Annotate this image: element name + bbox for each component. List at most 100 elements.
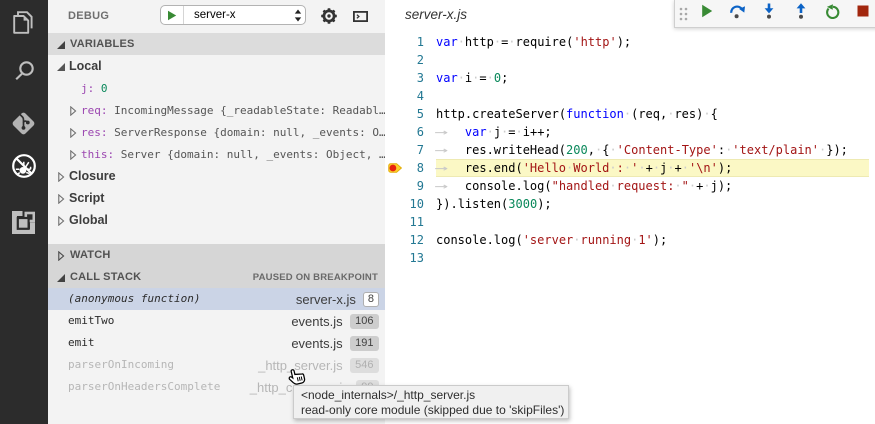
scope-row-local[interactable]: Local bbox=[48, 55, 385, 77]
code-text: →console.log("handled·request:·"·+·j); bbox=[436, 177, 732, 195]
frame-file: events.js bbox=[291, 336, 342, 351]
variable-value: ServerResponse {domain: null, _events: O… bbox=[114, 126, 385, 139]
extensions-icon bbox=[12, 211, 35, 234]
code-text: var·i·=·0; bbox=[436, 69, 508, 87]
step-over-icon bbox=[729, 3, 746, 24]
code-line-7[interactable]: 7→res.writeHead(200,·{·'Content-Type':·'… bbox=[385, 141, 875, 159]
frame-line-badge: 191 bbox=[350, 336, 379, 351]
frame-location: server-x.js8 bbox=[296, 288, 379, 310]
launch-config-picker[interactable]: server-x bbox=[160, 5, 306, 25]
activity-bar bbox=[0, 0, 48, 424]
scope-label: Local bbox=[69, 59, 102, 73]
twistie-collapsed-icon bbox=[68, 106, 78, 116]
section-label: CALL STACK bbox=[70, 271, 141, 283]
code-line-4[interactable]: 4 bbox=[385, 87, 875, 105]
line-number: 6 bbox=[385, 123, 424, 141]
frame-line-badge: 106 bbox=[350, 314, 379, 329]
editor-file-title[interactable]: server-x.js bbox=[405, 7, 467, 22]
gear-icon bbox=[321, 8, 337, 24]
editor-pane: server-x.js 1 var·http·=·require('http');… bbox=[385, 0, 875, 424]
configure-button[interactable] bbox=[317, 4, 341, 28]
line-number: 8 bbox=[385, 159, 424, 177]
stack-frame-row[interactable]: emit events.js191 bbox=[48, 332, 385, 354]
panel-title: DEBUG bbox=[68, 10, 109, 22]
code-text: var·http·=·require('http'); bbox=[436, 33, 631, 51]
activity-item-scm[interactable] bbox=[0, 96, 48, 144]
section-label: WATCH bbox=[70, 249, 111, 261]
line-number: 12 bbox=[385, 231, 424, 249]
code-line-10[interactable]: 10}).listen(3000); bbox=[385, 195, 875, 213]
code-line-5[interactable]: 5http.createServer(function·(req,·res)·{ bbox=[385, 105, 875, 123]
activity-item-explorer[interactable] bbox=[0, 0, 48, 48]
frame-name: parserOnHeadersComplete bbox=[68, 376, 220, 398]
launch-config-name: server-x bbox=[184, 9, 294, 21]
line-number: 9 bbox=[385, 177, 424, 195]
line-number: 4 bbox=[385, 87, 424, 105]
variable-name: res: bbox=[81, 126, 108, 139]
code-line-13[interactable]: 13 bbox=[385, 249, 875, 267]
code-text: http.createServer(function·(req,·res)·{ bbox=[436, 105, 718, 123]
mouse-cursor-hand bbox=[285, 366, 307, 390]
step-out-button[interactable] bbox=[785, 1, 816, 27]
variable-row[interactable]: j: 0 bbox=[48, 77, 385, 99]
variable-text: j: 0 bbox=[81, 82, 108, 95]
variable-row[interactable]: res: ServerResponse {domain: null, _even… bbox=[48, 121, 385, 143]
frame-location: events.js106 bbox=[291, 310, 379, 332]
variable-value: 0 bbox=[101, 82, 108, 95]
callstack-tooltip: <node_internals>/_http_server.js read-on… bbox=[293, 385, 569, 419]
line-number: 7 bbox=[385, 141, 424, 159]
code-text: }).listen(3000); bbox=[436, 195, 552, 213]
stop-icon bbox=[855, 3, 871, 24]
code-line-6[interactable]: 6→var·j·=·i++; bbox=[385, 123, 875, 141]
twistie-collapsed-icon bbox=[56, 216, 66, 226]
section-header-variables[interactable]: VARIABLES bbox=[48, 33, 385, 55]
step-out-icon bbox=[793, 3, 809, 24]
code-line-11[interactable]: 11 bbox=[385, 213, 875, 231]
variable-row[interactable]: req: IncomingMessage {_readableState: Re… bbox=[48, 99, 385, 121]
line-number: 13 bbox=[385, 249, 424, 267]
toolbar-drag-handle[interactable] bbox=[675, 6, 691, 22]
continue-icon bbox=[699, 3, 715, 24]
activity-item-extensions[interactable] bbox=[0, 192, 48, 240]
code-line-3[interactable]: 3var·i·=·0; bbox=[385, 69, 875, 87]
step-over-button[interactable] bbox=[722, 1, 753, 27]
stack-frame-row[interactable]: (anonymous function) server-x.js8 bbox=[48, 288, 385, 310]
variable-text: this: Server {domain: null, _events: Obj… bbox=[81, 148, 385, 161]
debug-console-button[interactable] bbox=[348, 4, 372, 28]
code-text: →res.end('Hello·World·:·'·+·j·+·'\n'); bbox=[436, 159, 732, 177]
code-line-2[interactable]: 2 bbox=[385, 51, 875, 69]
twistie-expanded-icon bbox=[56, 273, 66, 283]
variable-row[interactable]: this: Server {domain: null, _events: Obj… bbox=[48, 143, 385, 165]
console-icon bbox=[353, 11, 368, 22]
frame-name: (anonymous function) bbox=[68, 288, 200, 310]
tooltip-path: <node_internals>/_http_server.js bbox=[301, 388, 561, 403]
restart-button[interactable] bbox=[816, 1, 847, 27]
stop-button[interactable] bbox=[847, 1, 875, 27]
scope-row-global[interactable]: Global bbox=[48, 209, 385, 231]
scope-row-closure[interactable]: Closure bbox=[48, 165, 385, 187]
continue-button[interactable] bbox=[691, 1, 722, 27]
files-icon bbox=[13, 11, 33, 34]
code-line-9[interactable]: 9 →console.log("handled·request:·"·+·j); bbox=[385, 177, 875, 195]
section-header-watch[interactable]: WATCH bbox=[48, 244, 385, 266]
variable-name: j: bbox=[81, 82, 94, 95]
stack-frame-row[interactable]: parserOnIncoming _http_server.js546 bbox=[48, 354, 385, 376]
code-area[interactable]: 1 var·http·=·require('http');23var·i·=·0;… bbox=[385, 33, 875, 267]
scope-label: Closure bbox=[69, 169, 116, 183]
code-line-1[interactable]: 1 var·http·=·require('http'); bbox=[385, 33, 875, 51]
git-icon bbox=[11, 111, 36, 136]
start-debug-button[interactable] bbox=[161, 6, 184, 24]
code-line-12[interactable]: 12console.log('server·running·1'); bbox=[385, 231, 875, 249]
stack-frame-row[interactable]: emitTwo events.js106 bbox=[48, 310, 385, 332]
activity-item-debug[interactable] bbox=[0, 144, 48, 192]
frame-file: server-x.js bbox=[296, 292, 356, 307]
section-header-callstack[interactable]: CALL STACKPAUSED ON BREAKPOINT bbox=[48, 266, 385, 288]
activity-item-search[interactable] bbox=[0, 48, 48, 96]
debug-toolbar bbox=[674, 0, 875, 28]
line-number: 1 bbox=[385, 33, 424, 51]
step-into-button[interactable] bbox=[754, 1, 785, 27]
variable-value: IncomingMessage {_readableState: Readabl… bbox=[114, 104, 385, 117]
scope-row-script[interactable]: Script bbox=[48, 187, 385, 209]
variable-value: Server {domain: null, _events: Object, … bbox=[121, 148, 385, 161]
code-line-8[interactable]: 8 →res.end('Hello·World·:·'·+·j·+·'\n'); bbox=[385, 159, 875, 177]
